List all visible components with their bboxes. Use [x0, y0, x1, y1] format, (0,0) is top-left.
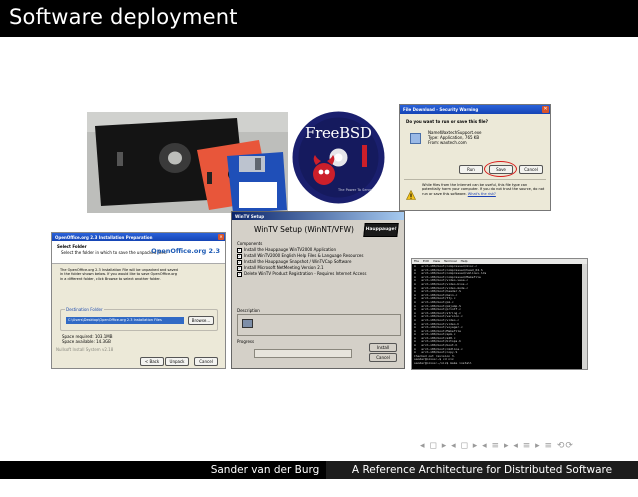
beamer-navigation[interactable]: ◂ ◻ ▸ ◂ ◻ ▸ ◂ ≡ ▸ ◂ ≡ ▸ ≡ ⟲⟳	[420, 441, 574, 453]
back-button[interactable]: < Back	[140, 357, 164, 366]
oo-nullsoft-text: Nullsoft Install System v2.18	[56, 347, 114, 352]
oo-folder-input[interactable]: C:\Users\Desktop\OpenOffice.org 2.3 Inst…	[66, 317, 184, 324]
checkbox-checked-icon[interactable]: ✓	[237, 272, 242, 277]
whats-the-risk-link[interactable]: What's the risk?	[468, 192, 496, 196]
floppy-disks-photo	[87, 112, 288, 213]
wintv-title-bar: WinTV Setup	[232, 212, 404, 220]
ie-question: Do you want to run or save this file?	[406, 119, 488, 124]
floppy-disks-icon	[87, 112, 288, 213]
oo-body-text: The OpenOffice.org 2.3 Installation File…	[60, 268, 178, 281]
ie-divider	[404, 179, 546, 180]
oo-brand: OpenOffice.org 2.3	[151, 247, 220, 255]
oo-header: Select Folder Select the folder in which…	[52, 241, 225, 264]
computer-icon	[242, 319, 253, 328]
from-label: From:	[428, 140, 440, 145]
freebsd-logo: FreeBSD	[305, 124, 372, 142]
progress-bar	[254, 349, 352, 358]
oo-destination-label: Destination Folder	[65, 307, 104, 312]
browse-button[interactable]: Browse...	[188, 316, 214, 325]
terminal-output: A arch-x86/boot/compressed/misc.c A arch-…	[414, 264, 579, 366]
component-label: Delete WinTV Product Registration - Requ…	[244, 271, 367, 276]
oo-cancel-button[interactable]: Cancel	[194, 357, 218, 366]
menu-help[interactable]: Help	[461, 259, 468, 263]
oo-folder-path: C:\Users\Desktop\OpenOffice.org 2.3 Inst…	[68, 318, 162, 322]
terminal-scrollbar[interactable]	[582, 264, 587, 369]
menu-edit[interactable]: Edit	[423, 259, 429, 263]
component-label: Install the Hauppauge Snapshot / WinTVCa…	[244, 259, 352, 264]
warning-shield-icon	[406, 185, 416, 200]
ie-file-info: Name:WaxtechSupport.exe Type:Application…	[428, 130, 481, 145]
component-label: Install the Hauppauge WinTV2000 Applicat…	[244, 247, 336, 252]
save-highlight-circle	[484, 161, 517, 177]
freebsd-tagline: The Power To Serve	[338, 188, 373, 192]
description-label: Description	[237, 308, 260, 313]
freebsd-cd: FreeBSD The Power To Serve	[292, 110, 385, 205]
space-available: Space available: 14.3GB	[62, 339, 111, 344]
oo-destination-group: Destination Folder C:\Users\Desktop\Open…	[60, 307, 218, 331]
openoffice-installer: OpenOffice.org 2.3 Installation Preparat…	[51, 232, 226, 369]
footer-author: Sander van der Burg	[196, 461, 334, 479]
ie-security-dialog: File Download - Security Warning ✕ Do yo…	[399, 104, 551, 211]
footer-left-panel	[0, 461, 196, 479]
menu-terminal[interactable]: Terminal	[444, 259, 457, 263]
menu-view[interactable]: View	[433, 259, 440, 263]
description-box	[237, 314, 401, 336]
wintv-setup-window: WinTV Setup WinTV Setup (WinNT/VFW) Haup…	[231, 211, 405, 369]
oo-close-icon[interactable]: ✕	[218, 234, 224, 240]
ie-window-title: File Download - Security Warning	[403, 107, 479, 112]
footer: Sander van der Burg A Reference Architec…	[0, 461, 638, 494]
from-value: waxtech.com	[440, 140, 467, 145]
hauppauge-logo: Hauppauge!	[363, 223, 399, 237]
component-label: Install Microsoft NetMeeting Version 2.1	[244, 265, 324, 270]
application-icon	[410, 133, 421, 144]
ie-title-bar: File Download - Security Warning ✕	[400, 105, 550, 114]
footer-talk-title: A Reference Architecture for Distributed…	[326, 461, 638, 494]
components-label: Components	[237, 241, 263, 246]
run-button[interactable]: Run	[459, 165, 483, 174]
components-list: ✓ Install the Hauppauge WinTV2000 Applica…	[237, 247, 399, 277]
wintv-cancel-button[interactable]: Cancel	[369, 353, 397, 362]
terminal-line: sander@nixos:~/nix$ make install	[414, 361, 472, 366]
oo-header-title: Select Folder	[57, 244, 87, 249]
oo-window-title: OpenOffice.org 2.3 Installation Preparat…	[55, 234, 153, 240]
oo-title-bar: OpenOffice.org 2.3 Installation Preparat…	[52, 233, 225, 241]
title-bar: Software deployment	[0, 0, 638, 37]
progress-label: Progress	[237, 339, 255, 344]
slide-title: Software deployment	[9, 5, 238, 29]
component-item[interactable]: ✓ Delete WinTV Product Registration - Req…	[237, 271, 399, 277]
ie-warning-text: While files from the Internet can be use…	[422, 183, 546, 196]
ie-close-icon[interactable]: ✕	[542, 106, 549, 113]
wintv-heading: WinTV Setup (WinNT/VFW)	[254, 225, 354, 234]
terminal-window: File Edit View Terminal Help A arch-x86/boot…	[411, 258, 588, 370]
wintv-window-title: WinTV Setup	[235, 213, 265, 219]
cancel-button[interactable]: Cancel	[519, 165, 543, 174]
install-button[interactable]: Install	[369, 343, 397, 352]
menu-file[interactable]: File	[414, 259, 419, 263]
unpack-button[interactable]: Unpack	[165, 357, 189, 366]
component-label: Install WinTV2000 English Help Files & L…	[244, 253, 364, 258]
